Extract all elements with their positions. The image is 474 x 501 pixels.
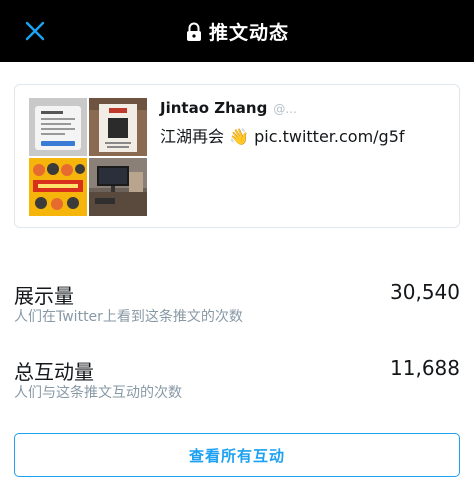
- stat-engagements-label: 总互动量: [14, 360, 94, 384]
- view-all-engagements-button[interactable]: 查看所有互动: [14, 433, 460, 477]
- tweet-card[interactable]: Jintao Zhang @... 江湖再会 👋 pic.twitter.com…: [14, 84, 460, 228]
- tweet-image-grid[interactable]: [29, 98, 147, 216]
- tweet-image-event-banner[interactable]: [29, 158, 87, 216]
- stat-engagements-description: 人们与这条推文互动的次数: [14, 385, 182, 401]
- tweet-body-text: 江湖再会 👋: [160, 127, 255, 146]
- tweet-author-handle: @...: [273, 102, 297, 116]
- tweet-author-name[interactable]: Jintao Zhang: [160, 99, 267, 117]
- tweet-body: 江湖再会 👋 pic.twitter.com/g5f: [160, 123, 456, 147]
- top-bar: 推文动态: [0, 0, 474, 62]
- header-title-group: 推文动态: [0, 0, 474, 62]
- tweet-media-link[interactable]: pic.twitter.com/g5f: [254, 127, 404, 146]
- author-line: Jintao Zhang @...: [160, 99, 456, 117]
- stat-impressions-label: 展示量: [14, 284, 74, 308]
- tweet-image-screenshot[interactable]: [29, 98, 87, 156]
- stat-engagements-value: 11,688: [390, 356, 460, 380]
- lock-icon: [186, 22, 201, 41]
- stat-impressions-value: 30,540: [390, 280, 460, 304]
- view-all-engagements-label: 查看所有互动: [188, 446, 285, 465]
- tweet-image-poster[interactable]: [89, 98, 147, 156]
- stat-impressions-description: 人们在Twitter上看到这条推文的次数: [14, 309, 243, 325]
- tweet-text-block: Jintao Zhang @... 江湖再会 👋 pic.twitter.com…: [160, 99, 456, 147]
- page-title: 推文动态: [208, 21, 289, 44]
- tweet-image-desk-monitor[interactable]: [89, 158, 147, 216]
